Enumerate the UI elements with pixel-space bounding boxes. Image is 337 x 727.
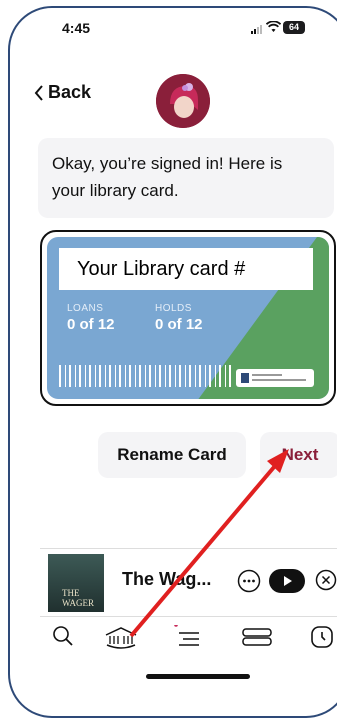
libby-avatar xyxy=(156,74,210,128)
loans-label: LOANS xyxy=(67,303,104,314)
clock-icon[interactable] xyxy=(310,625,334,649)
libby-logo-icon xyxy=(156,74,210,128)
play-icon[interactable] xyxy=(269,569,305,593)
signed-in-message: Okay, you’re signed in! Here is your lib… xyxy=(38,138,334,218)
signal-icon xyxy=(251,25,262,34)
wifi-icon xyxy=(266,21,281,32)
library-card-frame: Your Library card # LOANS 0 of 12 HOLDS … xyxy=(40,230,336,406)
back-label: Back xyxy=(48,82,92,102)
back-button[interactable]: Back xyxy=(34,82,91,103)
status-time: 4:45 xyxy=(62,20,91,36)
holds-stat: HOLDS 0 of 12 xyxy=(155,303,203,333)
status-bar: 4:45 64 xyxy=(10,8,337,48)
next-button[interactable]: Next xyxy=(260,432,337,478)
now-playing-title: The Wag... xyxy=(122,569,212,589)
close-icon[interactable] xyxy=(315,569,337,591)
loans-value: 0 of 12 xyxy=(67,316,115,333)
battery-indicator: 64 xyxy=(283,21,305,34)
chevron-left-icon xyxy=(34,84,43,101)
library-card-number: Your Library card # xyxy=(59,248,313,290)
search-icon[interactable] xyxy=(52,625,74,647)
mini-player[interactable]: THE WAGER The Wag... xyxy=(40,548,337,617)
loans-stat: LOANS 0 of 12 xyxy=(67,303,115,333)
shelf-icon[interactable] xyxy=(240,625,274,649)
phone-frame: 4:45 64 Back Okay, you’re signed in! Her… xyxy=(8,6,337,718)
book-cover: THE WAGER xyxy=(48,554,104,612)
holds-value: 0 of 12 xyxy=(155,316,203,333)
cover-title: THE WAGER xyxy=(62,588,94,608)
barcode-graphic xyxy=(59,365,231,387)
menu-icon[interactable] xyxy=(172,625,202,649)
more-options-icon[interactable] xyxy=(237,569,261,593)
home-indicator xyxy=(146,674,250,679)
holds-label: HOLDS xyxy=(155,303,192,314)
rename-card-button[interactable]: Rename Card xyxy=(98,432,246,478)
library-logo-tag xyxy=(236,369,314,387)
tab-bar xyxy=(40,616,337,657)
library-card: Your Library card # LOANS 0 of 12 HOLDS … xyxy=(47,237,329,399)
library-icon[interactable] xyxy=(104,625,138,649)
